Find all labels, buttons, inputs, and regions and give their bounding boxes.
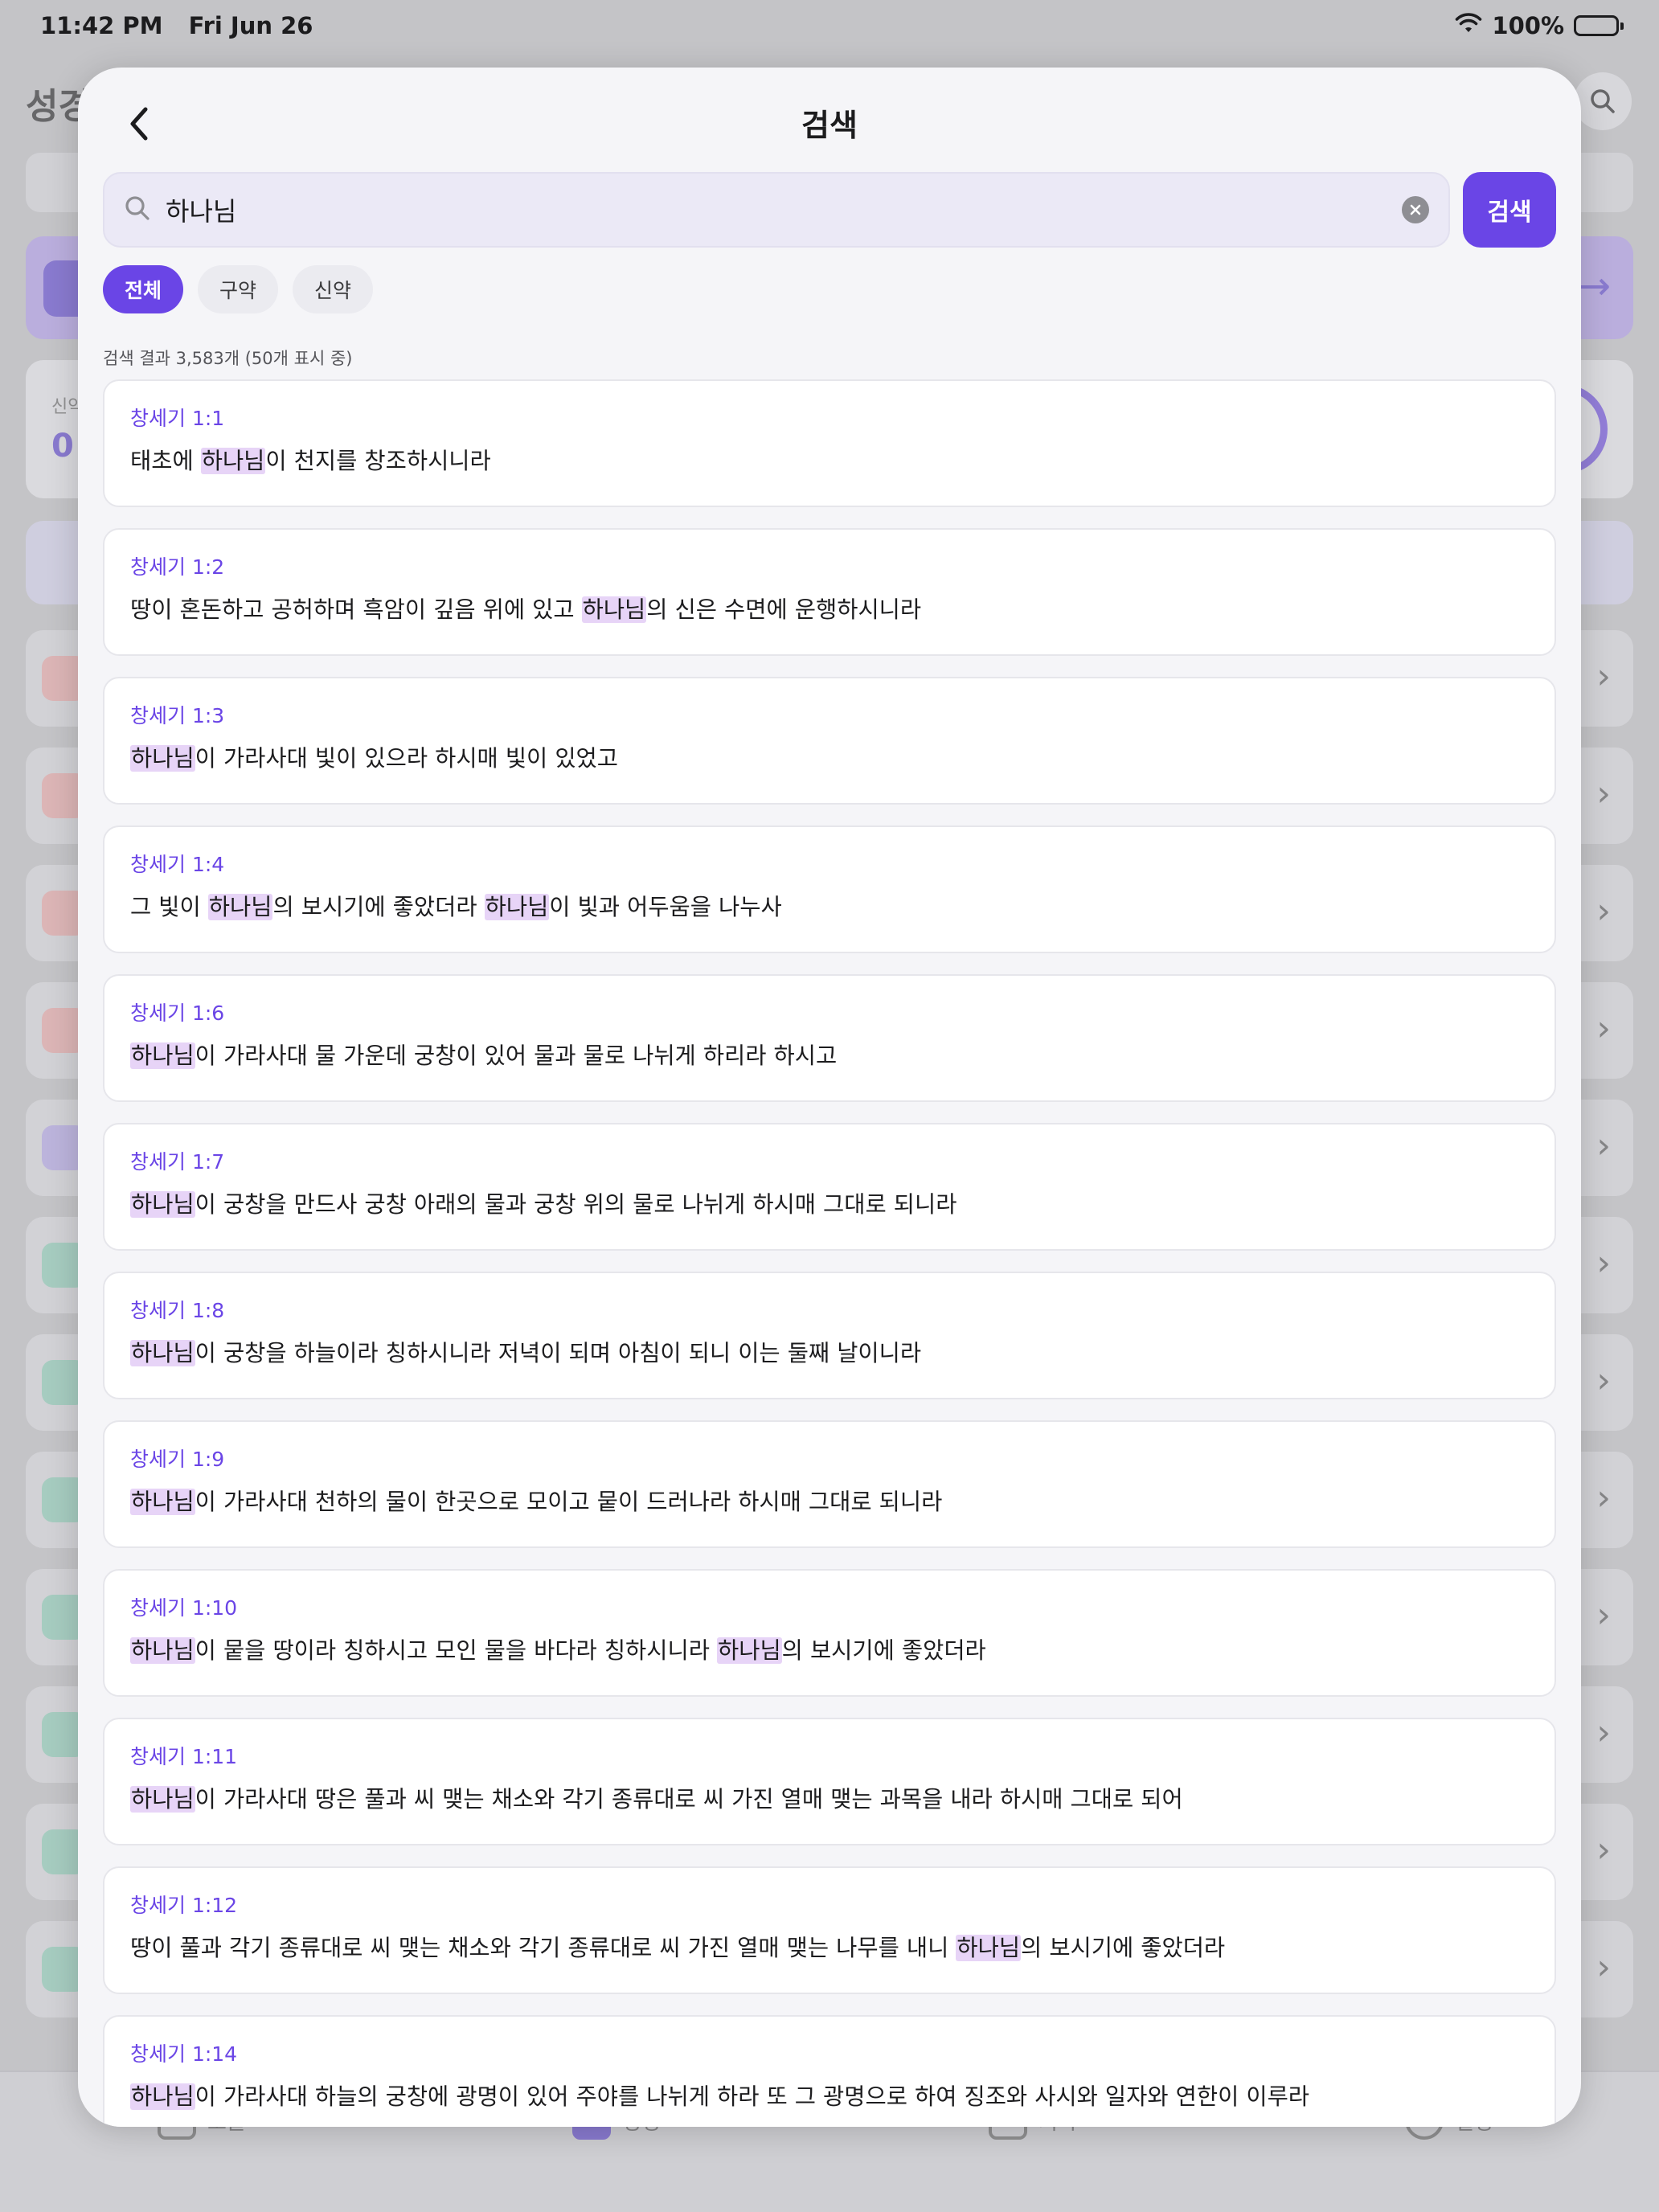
result-card[interactable]: 창세기 1:1 태초에 하나님이 천지를 창조하시니라 [103,379,1556,507]
result-card[interactable]: 창세기 1:7 하나님이 궁창을 만드사 궁창 아래의 물과 궁창 위의 물로 나… [103,1123,1556,1251]
verse-text: 하나님이 궁창을 하늘이라 칭하시니라 저녁이 되며 아침이 되니 이는 둘째 … [130,1340,922,1366]
result-card[interactable]: 창세기 1:2 땅이 혼돈하고 공허하며 흑암이 깊음 위에 있고 하나님의 신은… [103,528,1556,656]
verse-text: 하나님이 가라사대 땅은 풀과 씨 맺는 채소와 각기 종류대로 씨 가진 열매… [130,1786,1183,1813]
chevron-right-icon: › [1596,1477,1611,1518]
sheet-header: 검색 [78,68,1581,170]
chevron-right-icon: › [1596,1829,1611,1870]
search-highlight: 하나님 [717,1637,782,1664]
filter-chip-old-testament[interactable]: 구약 [198,265,279,313]
result-card[interactable]: 창세기 1:10 하나님이 뭍을 땅이라 칭하시고 모인 물을 바다라 칭하시니라… [103,1569,1556,1697]
chevron-right-icon: › [1596,1243,1611,1284]
search-input[interactable] [166,195,1387,225]
chevron-right-icon: › [1596,773,1611,814]
result-card[interactable]: 창세기 1:12 땅이 풀과 각기 종류대로 씨 맺는 채소와 각기 종류대로 씨… [103,1866,1556,1994]
result-card[interactable]: 창세기 1:3 하나님이 가라사대 빛이 있으라 하시매 빛이 있었고 [103,677,1556,805]
clear-icon[interactable] [1402,196,1429,223]
search-button[interactable]: 검색 [1463,172,1556,248]
verse-text: 그 빛이 하나님의 보시기에 좋았더라 하나님이 빛과 어두움을 나누사 [130,894,782,920]
verse-text: 하나님이 가라사대 천하의 물이 한곳으로 모이고 뭍이 드러나라 하시매 그대… [130,1489,943,1515]
search-highlight: 하나님 [956,1935,1022,1961]
background-card-value: 0 [51,428,74,465]
filter-chip-all[interactable]: 전체 [103,265,184,313]
result-card[interactable]: 창세기 1:9 하나님이 가라사대 천하의 물이 한곳으로 모이고 뭍이 드러나라… [103,1420,1556,1548]
chevron-right-icon: › [1596,891,1611,932]
result-card[interactable]: 창세기 1:4 그 빛이 하나님의 보시기에 좋았더라 하나님이 빛과 어두움을 … [103,825,1556,953]
search-highlight: 하나님 [581,596,647,623]
search-bar: 검색 [103,172,1556,248]
verse-text: 하나님이 뭍을 땅이라 칭하시고 모인 물을 바다라 칭하시니라 하나님의 보시… [130,1637,986,1664]
status-bar-left: 11:42 PM Fri Jun 26 [40,12,313,39]
chevron-right-icon: › [1596,1008,1611,1049]
chevron-right-icon: › [1596,1947,1611,1988]
search-highlight: 하나님 [200,448,266,474]
result-card[interactable]: 창세기 1:6 하나님이 가라사대 물 가운데 궁창이 있어 물과 물로 나뉘게 … [103,974,1556,1102]
search-highlight: 하나님 [130,745,195,772]
verse-reference: 창세기 1:11 [130,1745,238,1768]
verse-text: 하나님이 가라사대 빛이 있으라 하시매 빛이 있었고 [130,745,618,772]
verse-text: 하나님이 가라사대 물 가운데 궁창이 있어 물과 물로 나뉘게 하리라 하시고 [130,1043,838,1069]
verse-reference: 창세기 1:4 [130,853,225,876]
status-bar: 11:42 PM Fri Jun 26 100% [0,0,1659,51]
search-highlight: 하나님 [130,2083,195,2110]
verse-reference: 창세기 1:7 [130,1150,225,1174]
verse-text: 태초에 하나님이 천지를 창조하시니라 [130,448,491,474]
result-count: 검색 결과 3,583개 (50개 표시 중) [103,349,353,368]
result-card[interactable]: 창세기 1:14 하나님이 가라사대 하늘의 궁창에 광명이 있어 주야를 나뉘게… [103,2015,1556,2127]
chevron-right-icon: › [1596,656,1611,697]
arrow-right-icon: → [1578,264,1611,309]
verse-reference: 창세기 1:10 [130,1596,238,1620]
status-bar-right: 100% [1455,12,1624,39]
verse-text: 하나님이 궁창을 만드사 궁창 아래의 물과 궁창 위의 물로 나뉘게 하시매 … [130,1191,957,1218]
verse-reference: 창세기 1:8 [130,1299,225,1322]
search-highlight: 하나님 [130,1340,195,1366]
verse-text: 하나님이 가라사대 하늘의 궁창에 광명이 있어 주야를 나뉘게 하라 또 그 … [130,2083,1310,2110]
chevron-right-icon: › [1596,1712,1611,1753]
page-title: 검색 [801,108,858,143]
status-time: 11:42 PM [40,12,163,39]
result-card[interactable]: 창세기 1:8 하나님이 궁창을 하늘이라 칭하시니라 저녁이 되며 아침이 되니… [103,1272,1556,1399]
battery-icon [1574,15,1624,36]
wifi-icon [1455,12,1482,39]
chevron-right-icon: › [1596,1360,1611,1401]
search-highlight: 하나님 [130,1191,195,1218]
results-list: 창세기 1:1 태초에 하나님이 천지를 창조하시니라창세기 1:2 땅이 혼돈하고… [103,379,1556,2127]
verse-reference: 창세기 1:6 [130,1002,225,1025]
verse-reference: 창세기 1:1 [130,407,225,430]
verse-text: 땅이 풀과 각기 종류대로 씨 맺는 채소와 각기 종류대로 씨 가진 열매 맺… [130,1935,1226,1961]
verse-reference: 창세기 1:9 [130,1448,225,1471]
chevron-right-icon: › [1596,1595,1611,1636]
verse-reference: 창세기 1:2 [130,555,225,579]
search-field[interactable] [103,172,1450,248]
testament-filter: 전체 구약 신약 [103,265,374,313]
search-highlight: 하나님 [130,1637,195,1664]
verse-reference: 창세기 1:14 [130,2042,238,2066]
result-card[interactable]: 창세기 1:11 하나님이 가라사대 땅은 풀과 씨 맺는 채소와 각기 종류대로… [103,1718,1556,1845]
search-highlight: 하나님 [130,1786,195,1813]
search-highlight: 하나님 [484,894,550,920]
verse-text: 땅이 혼돈하고 공허하며 흑암이 깊음 위에 있고 하나님의 신은 수면에 운행… [130,596,922,623]
background-search-icon [1574,72,1632,130]
search-sheet: 검색 검색 전체 구약 신약 검색 결과 3,583개 (50개 표시 중) 창… [78,68,1581,2127]
search-highlight: 하나님 [130,1489,195,1515]
verse-reference: 창세기 1:12 [130,1894,238,1917]
verse-reference: 창세기 1:3 [130,704,225,727]
status-date: Fri Jun 26 [188,12,313,39]
filter-chip-new-testament[interactable]: 신약 [293,265,374,313]
chevron-right-icon: › [1596,1125,1611,1166]
search-icon [124,195,151,225]
battery-percent: 100% [1492,12,1564,39]
search-highlight: 하나님 [130,1043,195,1069]
search-highlight: 하나님 [207,894,273,920]
